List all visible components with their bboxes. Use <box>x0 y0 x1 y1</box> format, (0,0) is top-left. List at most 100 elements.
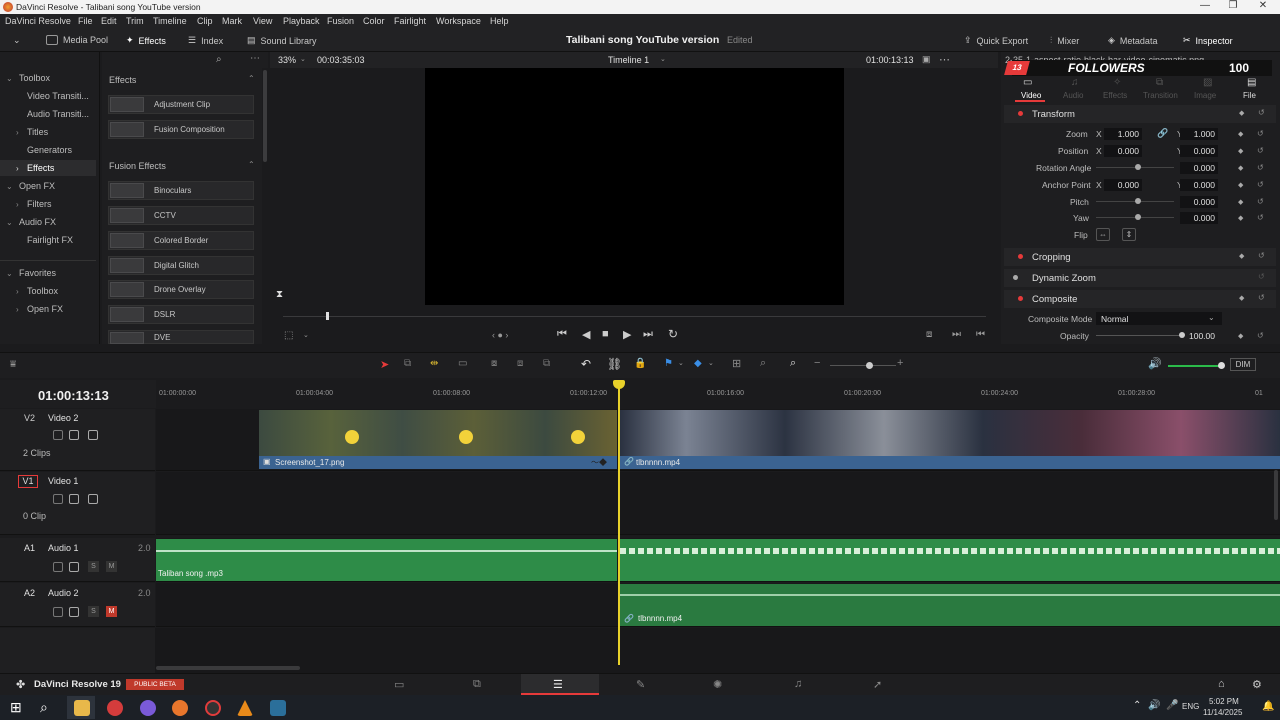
audiofx-caret-icon[interactable]: ⌄ <box>6 218 13 227</box>
deliver-page-icon[interactable]: ➚ <box>873 678 882 691</box>
fusion-effect-item[interactable]: Digital Glitch <box>108 256 254 275</box>
tray-time[interactable]: 5:02 PM <box>1209 697 1239 706</box>
position-x-field[interactable]: 0.000 <box>1104 145 1142 157</box>
lock-track-icon[interactable] <box>53 494 63 504</box>
minimize-icon[interactable]: — <box>1190 0 1220 11</box>
pitch-field[interactable]: 0.000 <box>1180 196 1218 208</box>
settings-gear-icon[interactable]: ⚙ <box>1252 678 1262 691</box>
fusion-effect-item[interactable]: DSLR <box>108 305 254 324</box>
davinci-taskbar-icon[interactable] <box>270 700 286 716</box>
tab-image[interactable]: Image <box>1194 91 1216 100</box>
fairlight-page-icon[interactable]: ♫ <box>794 678 802 690</box>
close-icon[interactable]: ✕ <box>1248 0 1278 11</box>
auto-select-icon[interactable] <box>69 430 79 440</box>
track-header-v2[interactable]: V2 Video 2 2 Clips <box>0 409 155 471</box>
composite-reset-icon[interactable]: ↺ <box>1258 293 1265 302</box>
fusion-effect-item[interactable]: CCTV <box>108 206 254 225</box>
quick-export-button[interactable]: ⇪ Quick Export <box>964 35 1028 46</box>
marker-dropdown-icon[interactable]: ⌄ <box>708 359 714 367</box>
transform-section-header[interactable]: Transform ◆ ↺ <box>1004 105 1276 123</box>
openfx-caret-icon[interactable]: ⌄ <box>6 182 13 191</box>
play-reverse-icon[interactable]: ◀ <box>582 328 590 341</box>
file-explorer-icon[interactable] <box>74 700 90 716</box>
tray-mic-icon[interactable]: 🎤 <box>1166 700 1178 711</box>
menu-workspace[interactable]: Workspace <box>436 16 481 26</box>
position-y-field[interactable]: 0.000 <box>1180 145 1218 157</box>
timeline-clip-screenshot[interactable]: Screenshot_17.png ▣ 〜◆ <box>259 410 617 469</box>
lock-track-icon[interactable] <box>53 430 63 440</box>
pitch-keyframe-icon[interactable]: ◆ <box>1238 198 1243 206</box>
opacity-keyframe-icon[interactable]: ◆ <box>1238 332 1243 340</box>
timeline-view-options-icon[interactable]: ⩸ <box>10 359 16 370</box>
zoom-detail-icon[interactable]: ⌕ <box>760 357 766 370</box>
flip-vertical-icon[interactable]: ⇕ <box>1122 228 1136 241</box>
zoom-dropdown-icon[interactable]: ⌄ <box>300 55 306 63</box>
timeline-zoom-knob[interactable] <box>866 362 873 369</box>
edit-page-tab[interactable]: ☰ <box>521 674 599 695</box>
tree-fairlight-fx[interactable]: Fairlight FX <box>27 235 73 245</box>
tray-chevron-icon[interactable]: ⌃ <box>1133 700 1141 711</box>
metadata-button[interactable]: ◈ Metadata <box>1108 35 1157 46</box>
timeline-clip-audio1[interactable]: Taliban song .mp3 <box>156 539 617 581</box>
timeline-ruler[interactable]: 01:00:00:00 01:00:04:00 01:00:08:00 01:0… <box>156 380 1280 408</box>
tab-effects[interactable]: Effects <box>1103 91 1127 100</box>
insert-clip-icon[interactable]: ⧇ <box>491 358 497 369</box>
panel-toggle-icon[interactable]: ⌄ <box>13 35 21 46</box>
lock-track-icon[interactable] <box>53 562 63 572</box>
track-name[interactable]: Audio 2 <box>48 588 79 598</box>
dynamic-zoom-reset-icon[interactable]: ↺ <box>1258 272 1265 281</box>
menu-color[interactable]: Color <box>363 16 385 26</box>
anchor-reset-icon[interactable]: ↺ <box>1257 180 1264 189</box>
fusion-effect-item[interactable]: DVE <box>108 330 254 344</box>
composite-mode-select[interactable]: Normal ⌄ <box>1096 312 1222 325</box>
next-edit-icon[interactable]: ⏭ <box>952 329 961 340</box>
dim-button[interactable]: DIM <box>1230 358 1256 371</box>
anchor-y-field[interactable]: 0.000 <box>1180 179 1218 191</box>
volume-knob[interactable] <box>1218 362 1225 369</box>
track-output-icon[interactable] <box>88 430 98 440</box>
timeline-clip-audio2[interactable]: 🔗 tlbnnnn.mp4 <box>620 584 1280 626</box>
cropping-keyframe-icon[interactable]: ◆ <box>1239 252 1244 260</box>
mute-button[interactable]: M <box>106 561 117 572</box>
viewer-mode-icon[interactable]: ⧗ <box>276 289 283 300</box>
titles-caret-icon[interactable]: › <box>16 128 19 137</box>
sound-library-button[interactable]: ▤ Sound Library <box>247 35 317 46</box>
yaw-field[interactable]: 0.000 <box>1180 212 1218 224</box>
media-page-icon[interactable]: ▭ <box>394 678 404 691</box>
stop-icon[interactable]: ■ <box>602 328 609 340</box>
color-page-icon[interactable]: ✺ <box>713 678 722 691</box>
maximize-icon[interactable]: ❐ <box>1218 0 1248 11</box>
effect-item[interactable]: Fusion Composition <box>108 120 254 139</box>
search-icon[interactable]: ⌕ <box>40 699 48 716</box>
position-reset-icon[interactable]: ↺ <box>1257 146 1264 155</box>
yaw-slider-knob[interactable] <box>1135 214 1141 220</box>
go-to-start-icon[interactable]: ⏮ <box>557 328 567 341</box>
zoom-full-icon[interactable]: ⊞ <box>732 357 741 370</box>
tree-toolbox[interactable]: Toolbox <box>19 73 50 83</box>
marker-icon[interactable]: ◆ <box>694 358 702 369</box>
effect-item[interactable]: Adjustment Clip <box>108 95 254 114</box>
zoom-x-field[interactable]: 1.000 <box>1104 128 1142 140</box>
zoom-custom-icon[interactable]: ⌕ <box>790 357 796 370</box>
menu-view[interactable]: View <box>253 16 272 26</box>
menu-trim[interactable]: Trim <box>126 16 144 26</box>
dynamic-trim-icon[interactable]: ⇹ <box>430 358 438 369</box>
position-lock-icon[interactable]: 🔒 <box>634 358 646 369</box>
linked-selection-icon[interactable]: ⛓ <box>607 357 622 371</box>
tree-effects[interactable]: Effects <box>27 163 54 173</box>
reset-icon[interactable]: ↺ <box>1258 108 1265 117</box>
pitch-reset-icon[interactable]: ↺ <box>1257 197 1264 206</box>
track-id[interactable]: V1 <box>18 475 38 488</box>
crop-icon[interactable]: ⬚ <box>284 330 293 341</box>
filters-caret-icon[interactable]: › <box>16 200 19 209</box>
position-keyframe-icon[interactable]: ◆ <box>1238 147 1243 155</box>
media-pool-button[interactable]: Media Pool <box>46 35 108 45</box>
tree-generators[interactable]: Generators <box>27 145 72 155</box>
snapping-icon[interactable]: ↶ <box>581 357 591 371</box>
menu-mark[interactable]: Mark <box>222 16 242 26</box>
start-icon[interactable]: ⊞ <box>10 699 22 716</box>
tab-transition[interactable]: Transition <box>1143 91 1178 100</box>
anchor-keyframe-icon[interactable]: ◆ <box>1238 181 1243 189</box>
tree-fav-toolbox[interactable]: Toolbox <box>27 286 58 296</box>
firefox-icon[interactable] <box>172 700 188 716</box>
